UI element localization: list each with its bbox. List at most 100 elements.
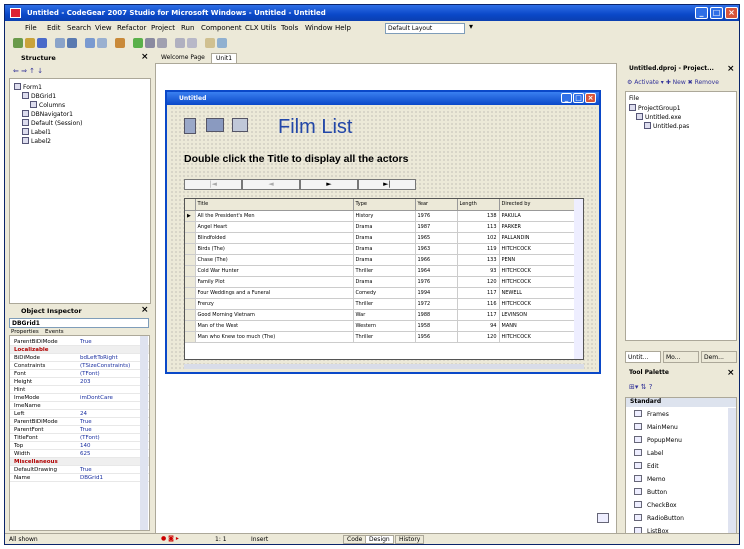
table-row[interactable]: Family Plot Drama 1976 120 HITCHCOCK bbox=[185, 276, 576, 288]
column-header[interactable]: Year bbox=[415, 199, 458, 211]
step-over-icon[interactable] bbox=[187, 38, 197, 48]
tab-model[interactable]: Mo... bbox=[663, 351, 699, 363]
column-header[interactable]: Directed by bbox=[499, 199, 576, 211]
property-row[interactable]: TitleFont (TFont) bbox=[10, 434, 149, 442]
menu-search[interactable]: Search bbox=[67, 24, 91, 32]
tab-welcome-page[interactable]: Welcome Page bbox=[161, 54, 205, 61]
property-row[interactable]: ImeName bbox=[10, 402, 149, 410]
nav-last-button[interactable]: ►| bbox=[358, 179, 416, 190]
tree-node-columns[interactable]: Columns bbox=[30, 101, 65, 109]
palette-item-memo[interactable]: Memo bbox=[634, 475, 665, 483]
new-icon[interactable] bbox=[13, 38, 23, 48]
property-row[interactable]: BiDiMode bdLeftToRight bbox=[10, 354, 149, 362]
table-row[interactable]: Blindfolded Drama 1965 102 PALLANDIN bbox=[185, 232, 576, 244]
tree-node-label2[interactable]: Label2 bbox=[22, 137, 51, 145]
table-row[interactable]: Angel Heart Drama 1987 113 PARKER bbox=[185, 221, 576, 233]
layout-dropdown-icon[interactable]: ▾ bbox=[469, 22, 473, 31]
palette-item-frames[interactable]: Frames bbox=[634, 410, 669, 418]
palette-toolbar[interactable]: ⊞▾ ⇅ ? bbox=[629, 383, 652, 391]
column-header[interactable]: Title bbox=[195, 199, 354, 211]
property-row[interactable]: ParentBiDiMode True bbox=[10, 338, 149, 346]
open-icon[interactable] bbox=[25, 38, 35, 48]
tab-design[interactable]: Design bbox=[365, 535, 394, 544]
project-toolbar[interactable]: ⚙ Activate ▾ ✚ New ✖ Remove bbox=[627, 79, 719, 86]
tab-history[interactable]: History bbox=[395, 535, 425, 544]
property-row[interactable]: Left 24 bbox=[10, 410, 149, 418]
property-row[interactable]: Font (TFont) bbox=[10, 370, 149, 378]
table-row[interactable]: Good Morning Vietnam War 1988 117 LEVINSON bbox=[185, 309, 576, 321]
align-icon[interactable] bbox=[205, 38, 215, 48]
tree-node-unit-pas[interactable]: Untitled.pas bbox=[644, 122, 689, 130]
property-category[interactable]: Miscellaneous bbox=[10, 458, 149, 466]
step-icon[interactable] bbox=[157, 38, 167, 48]
tree-node-dbgrid1[interactable]: DBGrid1 bbox=[22, 92, 56, 100]
minimize-button[interactable]: _ bbox=[695, 7, 708, 19]
column-header[interactable]: Type bbox=[353, 199, 416, 211]
palette-item-popupmenu[interactable]: PopupMenu bbox=[634, 436, 682, 444]
property-row[interactable]: Hint bbox=[10, 386, 149, 394]
palette-category[interactable]: Standard bbox=[626, 398, 736, 407]
table-row[interactable]: ▶ All the President's Men History 1976 138 PA… bbox=[185, 210, 576, 222]
table-row[interactable]: Birds (The) Drama 1963 119 HITCHCOCK bbox=[185, 243, 576, 255]
property-row[interactable]: Name DBGrid1 bbox=[10, 474, 149, 482]
form-hscrollbar[interactable] bbox=[184, 364, 584, 369]
palette-scrollbar[interactable] bbox=[728, 408, 736, 542]
property-row[interactable]: Top 140 bbox=[10, 442, 149, 450]
maximize-button[interactable]: □ bbox=[710, 7, 723, 19]
form-close-button[interactable]: × bbox=[585, 93, 596, 103]
table-row[interactable]: Man of the West Western 1958 94 MANN bbox=[185, 320, 576, 332]
trace-icon[interactable] bbox=[175, 38, 185, 48]
save-all-icon[interactable] bbox=[67, 38, 77, 48]
menu-window[interactable]: Window bbox=[305, 24, 333, 32]
nav-prior-button[interactable]: ◄ bbox=[242, 179, 300, 190]
palette-item-label[interactable]: Label bbox=[634, 449, 663, 457]
close-button[interactable]: × bbox=[725, 7, 738, 19]
tree-node-session[interactable]: Default (Session) bbox=[22, 119, 82, 127]
tree-node-dbnavigator1[interactable]: DBNavigator1 bbox=[22, 110, 73, 118]
palette-item-checkbox[interactable]: CheckBox bbox=[634, 501, 677, 509]
property-row[interactable]: Height 203 bbox=[10, 378, 149, 386]
palette-close-icon[interactable]: × bbox=[727, 369, 735, 378]
property-row[interactable]: ParentFont True bbox=[10, 426, 149, 434]
form-minimize-button[interactable]: _ bbox=[561, 93, 572, 103]
menu-edit[interactable]: Edit bbox=[47, 24, 61, 32]
help-icon[interactable] bbox=[217, 38, 227, 48]
property-row[interactable]: ParentBiDiMode True bbox=[10, 418, 149, 426]
menu-component[interactable]: Component bbox=[201, 24, 242, 32]
tab-project[interactable]: Untit... bbox=[625, 351, 661, 363]
run-icon[interactable] bbox=[133, 38, 143, 48]
project-close-icon[interactable]: × bbox=[727, 65, 735, 74]
menu-tools[interactable]: Tools bbox=[281, 24, 298, 32]
tab-data-explorer[interactable]: Dem... bbox=[701, 351, 737, 363]
property-row[interactable]: DefaultDrawing True bbox=[10, 466, 149, 474]
table-row[interactable]: Frenzy Thriller 1972 116 HITCHCOCK bbox=[185, 298, 576, 310]
record-icon[interactable]: ● ◙ ▸ bbox=[161, 535, 179, 542]
toggle-form-icon[interactable] bbox=[115, 38, 125, 48]
menu-help[interactable]: Help bbox=[335, 24, 351, 32]
table-row[interactable]: Man who Knew too much (The) Thriller 1956 1… bbox=[185, 331, 576, 343]
structure-close-icon[interactable]: × bbox=[141, 53, 149, 62]
table-row[interactable]: Chase (The) Drama 1966 133 PENN bbox=[185, 254, 576, 266]
inspector-object-combo[interactable]: DBGrid1 bbox=[9, 318, 149, 328]
menu-file[interactable]: File bbox=[25, 24, 37, 32]
designed-form[interactable]: Untitled _ □ × Film List Double click th… bbox=[165, 90, 601, 374]
pause-icon[interactable] bbox=[145, 38, 155, 48]
inspector-close-icon[interactable]: × bbox=[141, 306, 149, 315]
film-grid[interactable]: Title Type Year Length Directed by ▶ All … bbox=[184, 198, 584, 360]
menu-view[interactable]: View bbox=[95, 24, 112, 32]
table-row[interactable]: Cold War Hunter Thriller 1964 93 HITCHCOCK bbox=[185, 265, 576, 277]
palette-item-button[interactable]: Button bbox=[634, 488, 667, 496]
table-row[interactable]: Four Weddings and a Funeral Comedy 1994 117… bbox=[185, 287, 576, 299]
menu-clx-utils[interactable]: CLX Utils bbox=[245, 24, 276, 32]
nav-next-button[interactable]: ► bbox=[300, 179, 358, 190]
grid-scrollbar[interactable] bbox=[574, 199, 583, 359]
save-icon[interactable] bbox=[37, 38, 47, 48]
inspector-scrollbar[interactable] bbox=[140, 336, 148, 530]
property-row[interactable]: Constraints (TSizeConstraints) bbox=[10, 362, 149, 370]
layout-combo[interactable]: Default Layout bbox=[385, 23, 465, 34]
form-maximize-button[interactable]: □ bbox=[573, 93, 584, 103]
menu-project[interactable]: Project bbox=[151, 24, 175, 32]
property-row[interactable]: ImeMode imDontCare bbox=[10, 394, 149, 402]
structure-toolbar-icons[interactable]: ⇐ ⇒ ↑ ↓ bbox=[13, 67, 43, 75]
designer-guide-icon[interactable] bbox=[597, 513, 609, 523]
